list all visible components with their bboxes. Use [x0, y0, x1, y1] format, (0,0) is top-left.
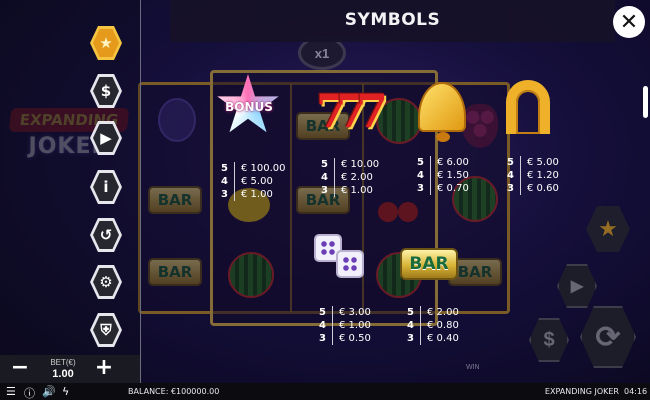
pay-value: € 0.60	[527, 183, 559, 194]
info-icon[interactable]: ⓘ	[24, 385, 35, 400]
bet-panel: − BET(€) 1.00 +	[0, 355, 140, 383]
pay-count: 5	[319, 307, 326, 318]
bell-paytable: 5 € 6.00 4 € 1.50 3 € 0.70	[412, 156, 469, 195]
pay-value: € 0.80	[427, 320, 459, 331]
pay-count: 3	[319, 333, 326, 344]
pay-value: € 0.50	[339, 333, 371, 344]
pay-value: € 1.50	[437, 170, 469, 181]
info-icon: i	[93, 173, 119, 201]
pay-count: 5	[221, 163, 228, 174]
menu-rail	[0, 0, 140, 355]
pay-value: € 1.00	[341, 185, 373, 196]
bar-paytable-symbol: BAR	[400, 248, 458, 280]
pay-count: 4	[319, 320, 326, 331]
bar-symbol-label: BAR	[409, 254, 449, 274]
horseshoe-paytable: 5 € 5.00 4 € 1.20 3 € 0.60	[502, 156, 559, 195]
bell-symbol	[418, 82, 468, 146]
play-icon: ▶	[93, 124, 119, 152]
horseshoe-symbol	[506, 80, 550, 134]
dollar-icon: $	[93, 77, 119, 105]
pay-count: 4	[417, 170, 424, 181]
pay-value: € 1.20	[527, 170, 559, 181]
pay-value: € 10.00	[341, 159, 380, 170]
hamburger-menu-icon[interactable]: ☰	[6, 385, 16, 398]
seven-glyph: 7	[356, 84, 388, 138]
die-icon	[336, 250, 364, 278]
pay-value: € 5.00	[241, 176, 273, 187]
bar-paytable: 5 € 2.00 4 € 0.80 3 € 0.40	[402, 306, 459, 345]
bell-icon	[418, 82, 466, 132]
pay-value: € 0.40	[427, 333, 459, 344]
paytable-header: SYMBOLS	[170, 0, 615, 42]
pay-value: € 1.00	[241, 189, 273, 200]
pay-value: € 5.00	[527, 157, 559, 168]
sevens-paytable: 5 € 10.00 4 € 2.00 3 € 1.00	[316, 158, 379, 197]
pay-value: € 100.00	[241, 163, 286, 174]
pay-count: 4	[407, 320, 414, 331]
pay-count: 4	[507, 170, 514, 181]
clock: 04:16	[624, 387, 648, 396]
close-button[interactable]: ✕	[613, 6, 645, 38]
star-icon: ★	[93, 29, 119, 57]
menu-divider	[140, 0, 141, 383]
pay-count: 5	[321, 159, 328, 170]
bonus-paytable: 5 € 100.00 4 € 5.00 3 € 1.00	[216, 162, 286, 201]
scrollbar-thumb[interactable]	[643, 86, 648, 118]
pay-count: 5	[417, 157, 424, 168]
gear-icon: ⚙	[93, 268, 119, 296]
pay-value: € 6.00	[437, 157, 469, 168]
pay-count: 3	[221, 189, 228, 200]
pay-count: 3	[417, 183, 424, 194]
dice-symbol	[312, 232, 372, 292]
sevens-symbol: 777	[316, 84, 388, 138]
balance-display: BALANCE: €100000.00	[128, 387, 220, 396]
bet-increase-button[interactable]: +	[92, 357, 116, 381]
pay-value: € 1.00	[339, 320, 371, 331]
pay-count: 3	[507, 183, 514, 194]
page-title: SYMBOLS	[344, 10, 441, 30]
pay-count: 3	[407, 333, 414, 344]
pay-count: 3	[321, 185, 328, 196]
sound-icon[interactable]: 🔊	[42, 385, 56, 398]
history-icon: ↺	[93, 221, 119, 249]
pay-value: € 0.70	[437, 183, 469, 194]
pay-count: 4	[221, 176, 228, 187]
status-bar: ☰ ⓘ 🔊 ϟ BALANCE: €100000.00 EXPANDING JO…	[0, 383, 650, 400]
close-icon: ✕	[619, 9, 639, 35]
bet-decrease-button[interactable]: −	[8, 357, 32, 381]
turbo-icon[interactable]: ϟ	[62, 385, 69, 398]
seven-glyph: 7	[316, 84, 348, 138]
pay-count: 4	[321, 172, 328, 183]
bet-label: BET(€)	[50, 358, 76, 367]
bonus-symbol: BONUS	[216, 74, 282, 140]
dice-paytable: 5 € 3.00 4 € 1.00 3 € 0.50	[314, 306, 371, 345]
pay-value: € 2.00	[341, 172, 373, 183]
seven-glyph: 7	[336, 84, 368, 138]
bonus-symbol-label: BONUS	[225, 100, 273, 114]
pay-value: € 2.00	[427, 307, 459, 318]
shield-icon: ⛨	[93, 316, 119, 344]
pay-count: 5	[507, 157, 514, 168]
pay-value: € 3.00	[339, 307, 371, 318]
pay-count: 5	[407, 307, 414, 318]
game-name: EXPANDING JOKER	[544, 387, 619, 396]
bet-value: 1.00	[52, 368, 74, 380]
